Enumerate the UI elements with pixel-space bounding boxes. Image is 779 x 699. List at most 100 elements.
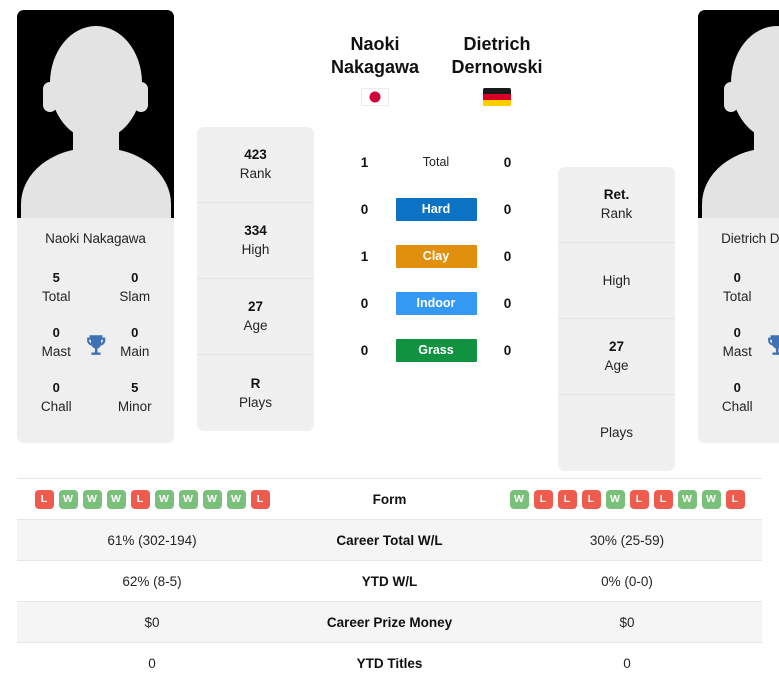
surface-chip-grass[interactable]: Grass: [395, 338, 477, 362]
left-ytd-titles: 0: [17, 642, 287, 684]
jp-flag-disc: [369, 91, 381, 103]
row-label-form: Form: [287, 478, 492, 520]
right-stat-plays-label: Plays: [599, 425, 633, 440]
table-row-ytd-wl: 62% (8-5) YTD W/L 0% (0-0): [17, 560, 762, 602]
left-stat-age: 27 Age: [197, 279, 314, 355]
table-row-career-total-wl: 61% (302-194) Career Total W/L 30% (25-5…: [17, 519, 762, 561]
right-career-total-wl: 30% (25-59): [492, 519, 762, 561]
form-badge-win: W: [677, 489, 697, 509]
form-badge-win: W: [226, 489, 246, 509]
de-flag-icon: [483, 88, 511, 106]
h2h-total-left: 1: [360, 154, 369, 170]
right-career-prize-money: $0: [492, 601, 762, 643]
form-badge-win: W: [509, 489, 529, 509]
left-stat-plays: R Plays: [197, 355, 314, 431]
row-label-ytd-wl: YTD W/L: [287, 560, 492, 602]
right-player-first-name: Dietrich: [463, 34, 531, 54]
right-stat-plays: Plays: [558, 395, 675, 471]
h2h-grass-right: 0: [503, 342, 512, 358]
right-stat-age-label: Age: [604, 358, 629, 373]
titles-total-label: Total: [41, 289, 71, 304]
titles-slam-label: Slam: [119, 289, 151, 304]
titles-total: 5 Total: [17, 260, 96, 315]
titles-minor-label: Minor: [117, 399, 152, 414]
titles-minor: 5 Minor: [96, 370, 175, 425]
de-flag-band-gold: [483, 99, 511, 106]
player-comparison-page: Naoki Nakagawa 5 Total 0 Slam 0 Mast 0 M…: [0, 0, 779, 699]
left-career-prize-money: $0: [17, 601, 287, 643]
titles-total-label: Total: [722, 289, 752, 304]
h2h-hard-right: 0: [503, 201, 512, 217]
head-to-head-list: 1 Total 0 0 Hard 0 1 Clay 0 0 Indoor 0 0…: [354, 150, 519, 362]
titles-total: 0 Total: [698, 260, 777, 315]
right-form-strip: WLLLWLLWWL: [492, 489, 762, 509]
form-badge-loss: L: [130, 489, 150, 509]
player-names-row: Naoki Nakagawa Dietrich Dernowski: [314, 10, 558, 106]
form-badge-win: W: [58, 489, 78, 509]
right-player-card[interactable]: Dietrich Dernowski 0 Total 0 Slam 0 Mast…: [698, 10, 779, 443]
form-badge-loss: L: [250, 489, 270, 509]
right-stat-age: 27 Age: [558, 319, 675, 395]
right-stat-high: High: [558, 243, 675, 319]
form-badge-loss: L: [653, 489, 673, 509]
left-stat-high: 334 High: [197, 203, 314, 279]
row-label-career-prize-money: Career Prize Money: [287, 601, 492, 643]
left-player-heading[interactable]: Naoki Nakagawa: [314, 10, 436, 106]
left-player-stat-card: 423 Rank 334 High 27 Age R Plays: [197, 127, 314, 431]
form-badge-win: W: [701, 489, 721, 509]
table-row-ytd-titles: 0 YTD Titles 0: [17, 642, 762, 684]
left-stat-rank-value: 423: [244, 147, 267, 162]
h2h-indoor-left: 0: [360, 295, 369, 311]
titles-minor-value: 5: [131, 380, 139, 395]
titles-slam: 0 Slam: [96, 260, 175, 315]
h2h-hard-left: 0: [360, 201, 369, 217]
h2h-row-total: 1 Total 0: [354, 150, 519, 174]
h2h-row-indoor: 0 Indoor 0: [354, 291, 519, 315]
avatar-ear-right: [134, 82, 148, 112]
right-player-stat-card: Ret. Rank High 27 Age Plays: [558, 167, 675, 471]
left-player-titles-grid: 5 Total 0 Slam 0 Mast 0 Main 0 Chall 5 M…: [17, 246, 174, 443]
right-player-titles-grid: 0 Total 0 Slam 0 Mast 0 Main 0 Chall: [698, 246, 779, 443]
titles-slam-value: 0: [131, 270, 139, 285]
left-stat-age-label: Age: [243, 318, 268, 333]
left-stat-high-label: High: [241, 242, 270, 257]
h2h-total-label: Total: [422, 155, 450, 169]
left-stat-rank: 423 Rank: [197, 127, 314, 203]
right-player-heading[interactable]: Dietrich Dernowski: [436, 10, 558, 106]
surface-chip-hard[interactable]: Hard: [395, 197, 477, 221]
titles-chall-label: Chall: [721, 399, 753, 414]
right-stat-rank-value: Ret.: [603, 187, 630, 202]
left-stat-age-value: 27: [247, 299, 264, 314]
form-badge-loss: L: [34, 489, 54, 509]
trophy-icon: [86, 334, 105, 355]
surface-chip-clay[interactable]: Clay: [395, 244, 477, 268]
left-player-name-caption: Naoki Nakagawa: [45, 231, 146, 246]
form-badge-loss: L: [533, 489, 553, 509]
h2h-row-grass: 0 Grass 0: [354, 338, 519, 362]
left-stat-plays-value: R: [250, 375, 261, 391]
left-stat-plays-label: Plays: [238, 394, 272, 410]
right-player-last-name: Dernowski: [451, 57, 543, 77]
form-badge-win: W: [106, 489, 126, 509]
form-badge-loss: L: [629, 489, 649, 509]
form-badge-win: W: [605, 489, 625, 509]
left-player-last-name: Nakagawa: [330, 57, 420, 77]
left-player-first-name: Naoki: [350, 34, 400, 54]
left-stat-rank-label: Rank: [239, 166, 272, 181]
form-badge-win: W: [82, 489, 102, 509]
avatar-ear-left: [724, 82, 738, 112]
left-form-cell: LWWWLWWWWL: [17, 478, 287, 520]
left-player-photo: [17, 10, 174, 218]
right-stat-rank: Ret. Rank: [558, 167, 675, 243]
h2h-indoor-right: 0: [503, 295, 512, 311]
avatar-shoulders: [701, 148, 779, 218]
table-row-form: LWWWLWWWWL Form WLLLWLLWWL: [17, 478, 762, 520]
titles-chall: 0 Chall: [17, 370, 96, 425]
form-badge-win: W: [178, 489, 198, 509]
titles-total-value: 5: [52, 270, 60, 285]
row-label-ytd-titles: YTD Titles: [287, 642, 492, 684]
surface-chip-indoor[interactable]: Indoor: [395, 291, 477, 315]
avatar-ear-left: [43, 82, 57, 112]
left-player-card[interactable]: Naoki Nakagawa 5 Total 0 Slam 0 Mast 0 M…: [17, 10, 174, 443]
right-stat-age-value: 27: [608, 339, 625, 354]
